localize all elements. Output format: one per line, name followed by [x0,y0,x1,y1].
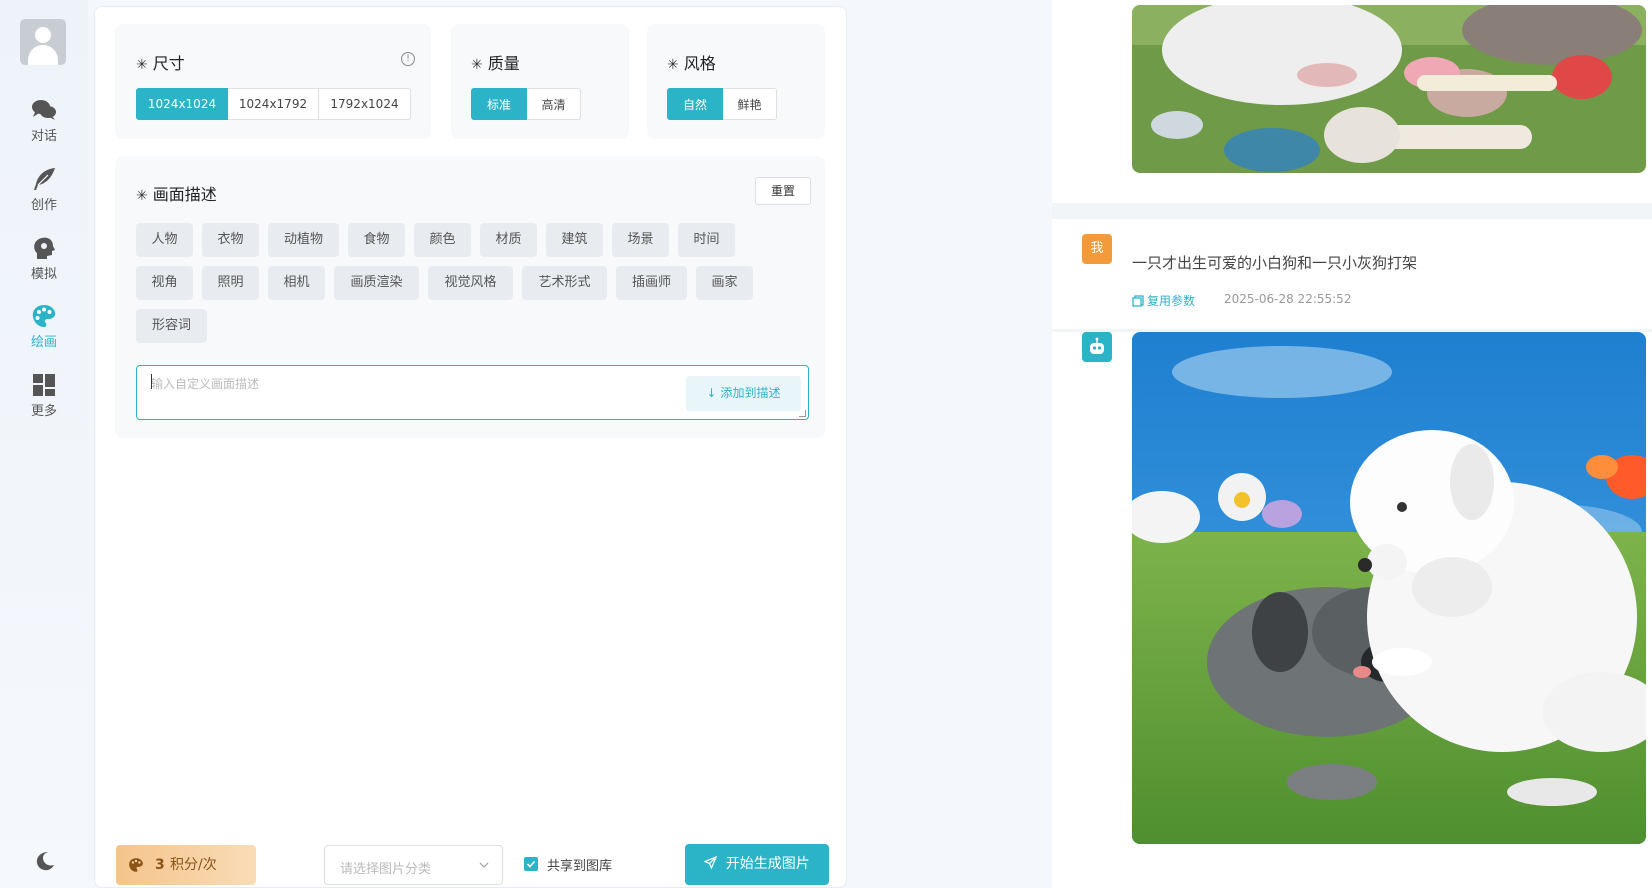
palette-icon [129,858,143,872]
checkmark-icon [526,860,536,868]
size-option-1024x1792[interactable]: 1024x1792 [228,88,319,120]
generate-image-button[interactable]: 开始生成图片 [685,844,829,885]
head-profile-icon [34,237,55,259]
tag-chip[interactable]: 动植物 [268,223,339,257]
tag-chip[interactable]: 材质 [480,223,537,257]
tag-chip[interactable]: 衣物 [202,223,259,257]
quality-option-standard[interactable]: 标准 [471,88,527,120]
size-option-1792x1024[interactable]: 1792x1024 [319,88,411,120]
moon-icon [36,852,54,871]
size-option-1024x1024[interactable]: 1024x1024 [136,88,228,120]
palette-icon [32,305,56,327]
sidebar-item-label: 对话 [30,129,57,144]
quality-option-hd[interactable]: 高清 [527,88,581,120]
sidebar-item-label: 更多 [30,404,57,419]
user-message: 我 一只才出生可爱的小白狗和一只小灰狗打架 复用参数 2025-06-28 22… [1052,219,1652,329]
user-prompt: 一只才出生可爱的小白狗和一只小灰狗打架 [1132,254,1418,272]
quality-options: 标准 高清 [471,88,581,120]
robot-icon [1090,337,1104,354]
tag-chip[interactable]: 颜色 [414,223,471,257]
generated-image-previous[interactable] [1132,5,1646,173]
theme-toggle[interactable] [34,850,56,876]
tag-chip[interactable]: 食物 [348,223,405,257]
style-title: ✳ 风格 [667,54,716,73]
assistant-message [1052,332,1652,888]
grid-icon [33,374,55,396]
description-title: ✳ 画面描述 [136,185,217,204]
tag-chip[interactable]: 相机 [268,266,325,300]
timestamp: 2025-06-28 22:55:52 [1224,292,1352,306]
tag-chip[interactable]: 画质渲染 [334,266,419,300]
user-badge: 我 [1082,234,1112,264]
chevron-down-icon [479,862,489,868]
copy-icon [1132,295,1144,307]
tag-chip[interactable]: 场景 [612,223,669,257]
style-option-natural[interactable]: 自然 [667,88,723,120]
size-card [115,24,431,139]
resize-handle[interactable] [799,410,806,417]
input-placeholder: 输入自定义画面描述 [151,377,260,391]
sidebar-item-chat[interactable]: 对话 [0,98,88,144]
tag-chip[interactable]: 插画师 [616,266,687,300]
tag-chip[interactable]: 形容词 [136,309,207,343]
generated-image-result[interactable] [1132,332,1646,844]
reset-button[interactable]: 重置 [755,177,811,205]
arrow-down-icon: ↓ [706,386,717,400]
share-label[interactable]: 共享到图库 [547,855,612,874]
points-value: 3 [155,857,165,873]
send-icon [703,855,718,870]
sidebar-item-label: 绘画 [30,335,57,350]
size-options: 1024x1024 1024x1792 1792x1024 [136,88,411,120]
style-options: 自然 鲜艳 [667,88,777,120]
sidebar-item-label: 模拟 [30,267,57,282]
avatar[interactable] [20,19,66,65]
robot-avatar [1082,332,1112,362]
sidebar: 对话 创作 模拟 绘画 更多 [0,0,88,888]
info-icon[interactable]: ! [401,52,415,66]
tag-chip[interactable]: 照明 [202,266,259,300]
tag-chip[interactable]: 人物 [136,223,193,257]
tag-chip[interactable]: 艺术形式 [522,266,607,300]
tag-chip[interactable]: 视角 [136,266,193,300]
sidebar-item-simulate[interactable]: 模拟 [0,236,88,282]
category-select[interactable]: 请选择图片分类 [324,845,503,885]
chat-bubbles-icon [32,100,56,120]
category-placeholder: 请选择图片分类 [340,862,432,877]
style-card [647,24,825,139]
tag-chip[interactable]: 建筑 [546,223,603,257]
share-checkbox[interactable] [524,857,538,871]
quality-title: ✳ 质量 [471,54,520,73]
add-to-description-button[interactable]: ↓ 添加到描述 [686,376,801,411]
chat-area: 我 一只才出生可爱的小白狗和一只小灰狗打架 复用参数 2025-06-28 22… [1052,0,1652,888]
tag-chip[interactable]: 画家 [696,266,753,300]
size-title: ✳ 尺寸 [136,54,185,73]
sidebar-item-create[interactable]: 创作 [0,167,88,213]
feather-icon [34,168,55,190]
previous-image-message [1052,0,1652,203]
sidebar-item-draw[interactable]: 绘画 [0,304,88,350]
tag-chip[interactable]: 视觉风格 [428,266,513,300]
sidebar-item-label: 创作 [30,198,57,213]
style-option-vivid[interactable]: 鲜艳 [723,88,777,120]
points-unit: 积分/次 [170,857,217,873]
sidebar-item-more[interactable]: 更多 [0,373,88,419]
reuse-params-link[interactable]: 复用参数 [1132,292,1195,309]
quality-card [451,24,629,139]
tag-chip[interactable]: 时间 [678,223,735,257]
points-badge: 3 积分/次 [116,845,256,885]
